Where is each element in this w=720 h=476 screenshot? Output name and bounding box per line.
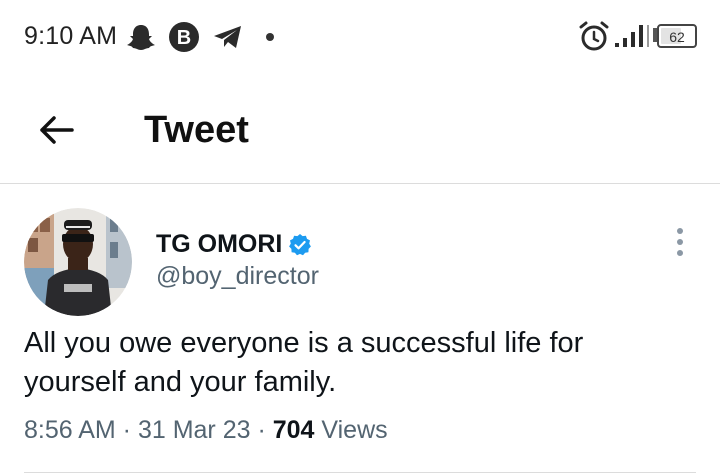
- verified-badge-icon: [289, 233, 312, 255]
- views-count[interactable]: 704: [273, 416, 315, 444]
- top-header: Tweet: [0, 76, 720, 184]
- page-title: Tweet: [144, 109, 249, 151]
- tweet-meta: 8:56 AM · 31 Mar 23 · 704 Views: [24, 416, 388, 445]
- display-name[interactable]: TG OMORI: [156, 230, 282, 259]
- notification-dot: [266, 33, 274, 41]
- status-bar: 9:10 AM B 62: [0, 0, 720, 76]
- snapchat-icon: [127, 25, 155, 50]
- alarm-icon: [579, 21, 609, 51]
- meta-separator: ·: [250, 416, 273, 444]
- battery-level: 62: [669, 29, 685, 45]
- arrow-left-icon[interactable]: [36, 110, 76, 150]
- svg-text:B: B: [177, 27, 191, 49]
- status-time: 9:10 AM: [24, 22, 118, 50]
- more-options-icon[interactable]: [668, 226, 692, 258]
- tweet-time[interactable]: 8:56 AM: [24, 416, 116, 444]
- meta-separator: ·: [115, 416, 138, 444]
- signal-icon: [615, 25, 649, 47]
- tweet-date[interactable]: 31 Mar 23: [138, 416, 251, 444]
- telegram-icon: [214, 26, 241, 48]
- tweet-text: All you owe everyone is a successful lif…: [24, 327, 584, 398]
- battery-icon: 62: [653, 24, 697, 48]
- tweet-card: TG OMORI @boy_director All you owe every…: [0, 184, 720, 476]
- views-label[interactable]: Views: [314, 416, 387, 444]
- avatar[interactable]: [24, 208, 132, 316]
- b-circle-icon: B: [169, 22, 199, 52]
- divider: [24, 472, 696, 473]
- handle[interactable]: @boy_director: [156, 262, 319, 291]
- author-name-row: TG OMORI: [156, 230, 312, 259]
